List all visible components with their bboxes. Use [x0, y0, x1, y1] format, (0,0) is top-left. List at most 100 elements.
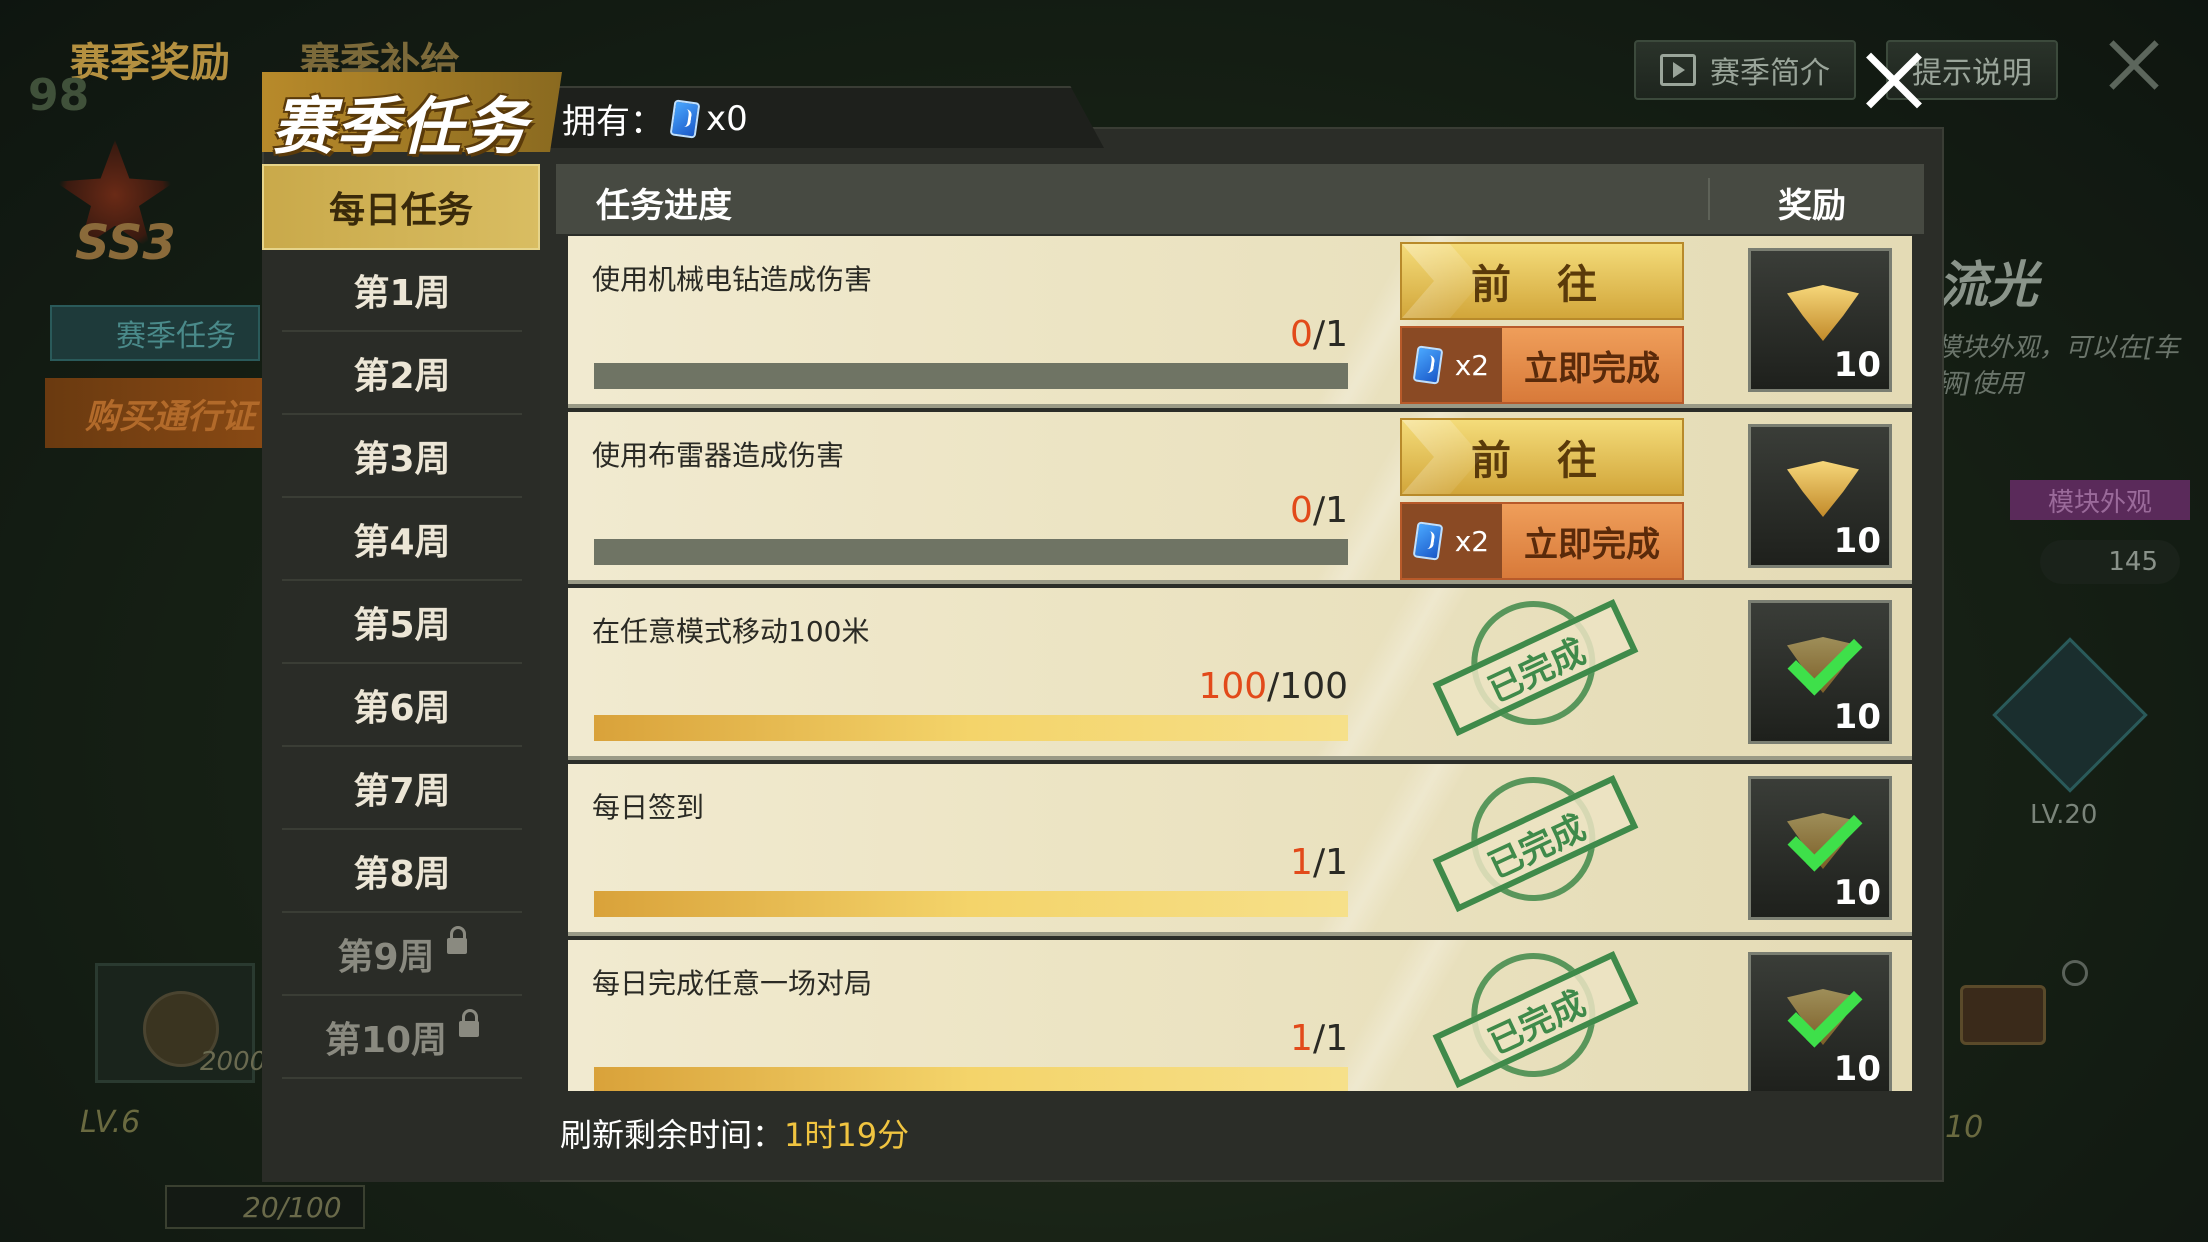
sidebar-item-label: 第10周 [324, 1020, 448, 1061]
bg-tab-season-reward: 赛季奖励 [70, 40, 230, 86]
reward-slot[interactable]: 10 [1748, 776, 1892, 920]
top-right-buttons: 赛季简介 提示说明 [1634, 40, 2058, 100]
lock-icon [459, 1009, 480, 1037]
reward-emblem-icon [1787, 461, 1859, 517]
reward-count: 10 [1833, 521, 1881, 561]
progress-total: /1 [1312, 314, 1348, 355]
header-divider [1708, 178, 1710, 220]
sidebar-item-2[interactable]: 第2周 [282, 333, 522, 415]
progress-total: /100 [1267, 666, 1348, 707]
bg-level-right: LV.20 [2030, 800, 2098, 830]
season-intro-button[interactable]: 赛季简介 [1634, 40, 1856, 100]
sidebar-item-9[interactable]: 第9周 [282, 914, 522, 996]
task-name: 在任意模式移动100米 [592, 615, 870, 648]
progress-current: 1 [1290, 1018, 1313, 1059]
owned-label: 拥有： [562, 102, 664, 142]
finish-cost-count: x2 [1454, 348, 1490, 382]
sidebar-item-label: 第8周 [353, 854, 451, 895]
completed-stamp: 已完成 [1420, 924, 1656, 1091]
checkmark-icon [1787, 796, 1863, 872]
progress-total: /1 [1312, 490, 1348, 531]
bg-item-title: 流光 [1938, 256, 2038, 314]
week-sidebar: 每日任务第1周第2周 第3周第4周第5周第6周 第7周第8周第9周第10周 [262, 164, 540, 1182]
bg-level-left: LV.6 [80, 1105, 141, 1140]
reward-emblem-icon [1787, 285, 1859, 341]
progress-bar [594, 363, 1348, 389]
sidebar-item-label: 第5周 [353, 605, 451, 646]
go-button-label: 前 往 [1471, 438, 1613, 484]
sidebar-item-label: 第1周 [353, 273, 451, 314]
checkmark-icon [1787, 620, 1863, 696]
progress-current: 0 [1290, 314, 1313, 355]
reward-slot[interactable]: 10 [1748, 952, 1892, 1091]
reward-count: 10 [1833, 1049, 1881, 1089]
sidebar-item-3[interactable]: 第3周 [282, 416, 522, 498]
season-badge-text: SS3 [75, 215, 176, 271]
bg-buy-pass-button: 购买通行证 [45, 378, 275, 448]
bg-module-badge: 模块外观 [2010, 480, 2190, 520]
ticket-icon [1412, 345, 1444, 385]
reward-count: 10 [1833, 873, 1881, 913]
bg-progress-text: 20/100 [165, 1185, 365, 1229]
go-button[interactable]: 前 往 [1400, 242, 1684, 320]
bg-close-icon [2098, 30, 2168, 100]
refresh-time: 1时19分 [784, 1116, 910, 1154]
progress-current: 0 [1290, 490, 1313, 531]
task-progress-text: 0/1 [1068, 314, 1348, 355]
sidebar-item-10[interactable]: 第10周 [282, 997, 522, 1079]
close-icon[interactable] [1858, 46, 1928, 116]
sidebar-item-4[interactable]: 第4周 [282, 499, 522, 581]
task-row: 使用机械电钻造成伤害 0/1 前 往 x2 立即完成 10 [568, 236, 1912, 408]
reward-slot[interactable]: 10 [1748, 424, 1892, 568]
sidebar-item-8[interactable]: 第8周 [282, 831, 522, 913]
sidebar-item-5[interactable]: 第5周 [282, 582, 522, 664]
instant-complete-label: 立即完成 [1524, 348, 1660, 389]
task-progress-text: 100/100 [1068, 666, 1348, 707]
panel-title: 赛季任务 [272, 90, 529, 163]
reward-count: 10 [1833, 345, 1881, 385]
progress-fill [594, 891, 1348, 917]
sidebar-item-label: 第4周 [353, 522, 451, 563]
task-row: 每日签到 1/1 已完成 10 [568, 756, 1912, 936]
hint-label: 提示说明 [1912, 56, 2032, 91]
task-progress-text: 0/1 [1068, 490, 1348, 531]
sidebar-item-6[interactable]: 第6周 [282, 665, 522, 747]
finish-cost-count: x2 [1454, 524, 1490, 558]
progress-bar [594, 891, 1348, 917]
sidebar-item-label: 每日任务 [328, 190, 473, 231]
progress-total: /1 [1312, 1018, 1348, 1059]
panel-header: 赛季任务 拥有： x0 [262, 72, 1104, 163]
sidebar-item-0[interactable]: 每日任务 [262, 164, 540, 250]
task-progress-text: 1/1 [1068, 1018, 1348, 1059]
ticket-icon [669, 98, 701, 139]
progress-bar [594, 539, 1348, 565]
bg-coin-value: 2000 [200, 1047, 267, 1077]
ticket-icon [1412, 521, 1444, 561]
instant-complete-label: 立即完成 [1524, 524, 1660, 565]
instant-complete-button[interactable]: x2 立即完成 [1400, 502, 1684, 580]
progress-current: 1 [1290, 842, 1313, 883]
progress-bar [594, 715, 1348, 741]
task-row: 使用布雷器造成伤害 0/1 前 往 x2 立即完成 10 [568, 412, 1912, 584]
sidebar-item-1[interactable]: 第1周 [282, 250, 522, 332]
task-list[interactable]: 使用机械电钻造成伤害 0/1 前 往 x2 立即完成 10 使用布雷器造成伤害 … [568, 236, 1912, 1091]
refresh-timer: 刷新剩余时间：1时19分 [560, 1110, 909, 1156]
completed-stamp: 已完成 [1420, 748, 1656, 950]
go-button[interactable]: 前 往 [1400, 418, 1684, 496]
task-name: 使用机械电钻造成伤害 [592, 263, 873, 296]
reward-slot[interactable]: 10 [1748, 248, 1892, 392]
reward-count: 10 [1833, 697, 1881, 737]
bg-level-number: 98 [28, 70, 90, 121]
refresh-label: 刷新剩余时间： [560, 1116, 785, 1154]
sidebar-item-7[interactable]: 第7周 [282, 748, 522, 830]
completed-stamp: 已完成 [1420, 572, 1656, 774]
task-table: 任务进度 奖励 使用机械电钻造成伤害 0/1 前 往 x2 立即完成 10 使用… [556, 164, 1924, 1094]
instant-complete-button[interactable]: x2 立即完成 [1400, 326, 1684, 404]
reward-slot[interactable]: 10 [1748, 600, 1892, 744]
season-emblem-icon: SS3 [40, 130, 190, 271]
video-icon [1660, 54, 1696, 86]
task-row: 在任意模式移动100米 100/100 已完成 10 [568, 580, 1912, 760]
bg-season-task-label: 赛季任务 [50, 305, 260, 361]
checkmark-icon [1787, 972, 1863, 1048]
owned-count: x0 [706, 98, 748, 139]
